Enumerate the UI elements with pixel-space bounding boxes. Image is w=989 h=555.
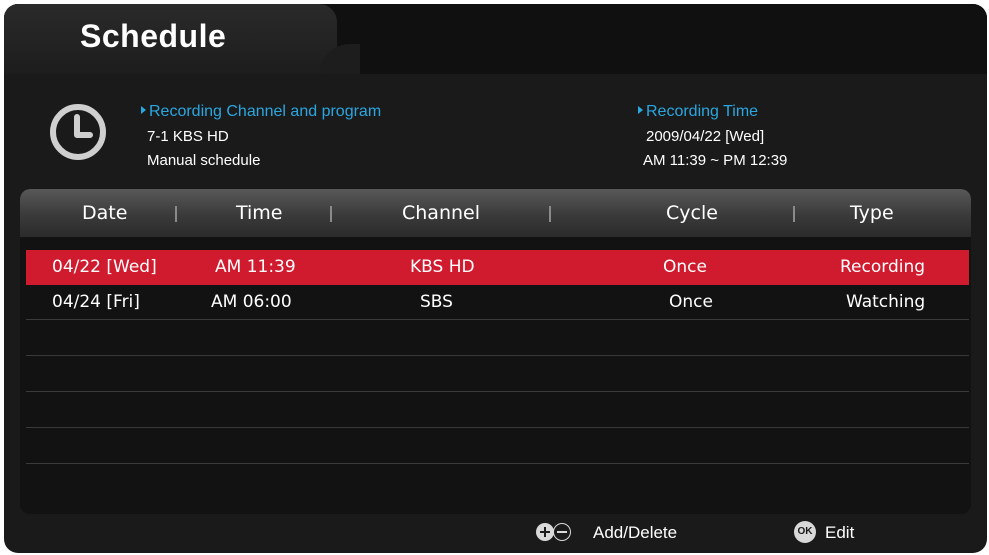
clock-icon: [50, 104, 106, 160]
empty-row[interactable]: [26, 357, 969, 392]
row-cycle: Once: [663, 257, 707, 277]
ok-icon[interactable]: OK: [794, 521, 816, 543]
column-divider: [175, 206, 177, 222]
column-divider: [549, 206, 551, 222]
column-divider: [330, 206, 332, 222]
list-header: Date Time Channel Cycle Type: [20, 189, 971, 237]
add-delete-label[interactable]: Add/Delete: [593, 523, 677, 543]
recording-time-value: AM 11:39 ~ PM 12:39: [643, 152, 788, 169]
bullet-arrow-icon: [141, 106, 146, 114]
row-date: 04/22 [Wed]: [52, 257, 157, 277]
table-row[interactable]: 04/24 [Fri] AM 06:00 SBS Once Watching: [26, 285, 969, 320]
column-header-time: Time: [236, 202, 283, 224]
page-title: Schedule: [80, 18, 227, 54]
schedule-list: Date Time Channel Cycle Type 04/22 [Wed]…: [20, 189, 971, 514]
recording-time-label: Recording Time: [638, 103, 758, 121]
table-row[interactable]: 04/22 [Wed] AM 11:39 KBS HD Once Recordi…: [26, 250, 969, 285]
delete-icon[interactable]: [553, 523, 571, 541]
column-header-cycle: Cycle: [666, 202, 718, 224]
empty-row[interactable]: [26, 393, 969, 428]
empty-row[interactable]: [26, 429, 969, 464]
recording-date-value: 2009/04/22 [Wed]: [646, 128, 765, 145]
row-time: AM 11:39: [215, 257, 296, 277]
channel-program-label: Recording Channel and program: [141, 103, 381, 121]
row-channel: KBS HD: [410, 257, 475, 277]
schedule-window: Schedule Recording Channel and program 7…: [4, 4, 987, 553]
row-time: AM 06:00: [211, 292, 292, 312]
row-cycle: Once: [669, 292, 713, 312]
add-icon[interactable]: [536, 523, 554, 541]
column-header-channel: Channel: [402, 202, 481, 224]
channel-value: 7-1 KBS HD: [147, 128, 229, 145]
column-header-date: Date: [82, 202, 128, 224]
empty-row[interactable]: [26, 321, 969, 356]
channel-program-label-text: Recording Channel and program: [149, 103, 382, 120]
program-value: Manual schedule: [147, 152, 261, 169]
edit-label[interactable]: Edit: [825, 523, 854, 543]
row-type: Watching: [846, 292, 926, 312]
row-channel: SBS: [420, 292, 453, 312]
bullet-arrow-icon: [638, 106, 643, 114]
column-header-type: Type: [850, 202, 894, 224]
recording-time-label-text: Recording Time: [646, 103, 759, 120]
row-type: Recording: [840, 257, 926, 277]
column-divider: [793, 206, 795, 222]
row-date: 04/24 [Fri]: [52, 292, 140, 312]
